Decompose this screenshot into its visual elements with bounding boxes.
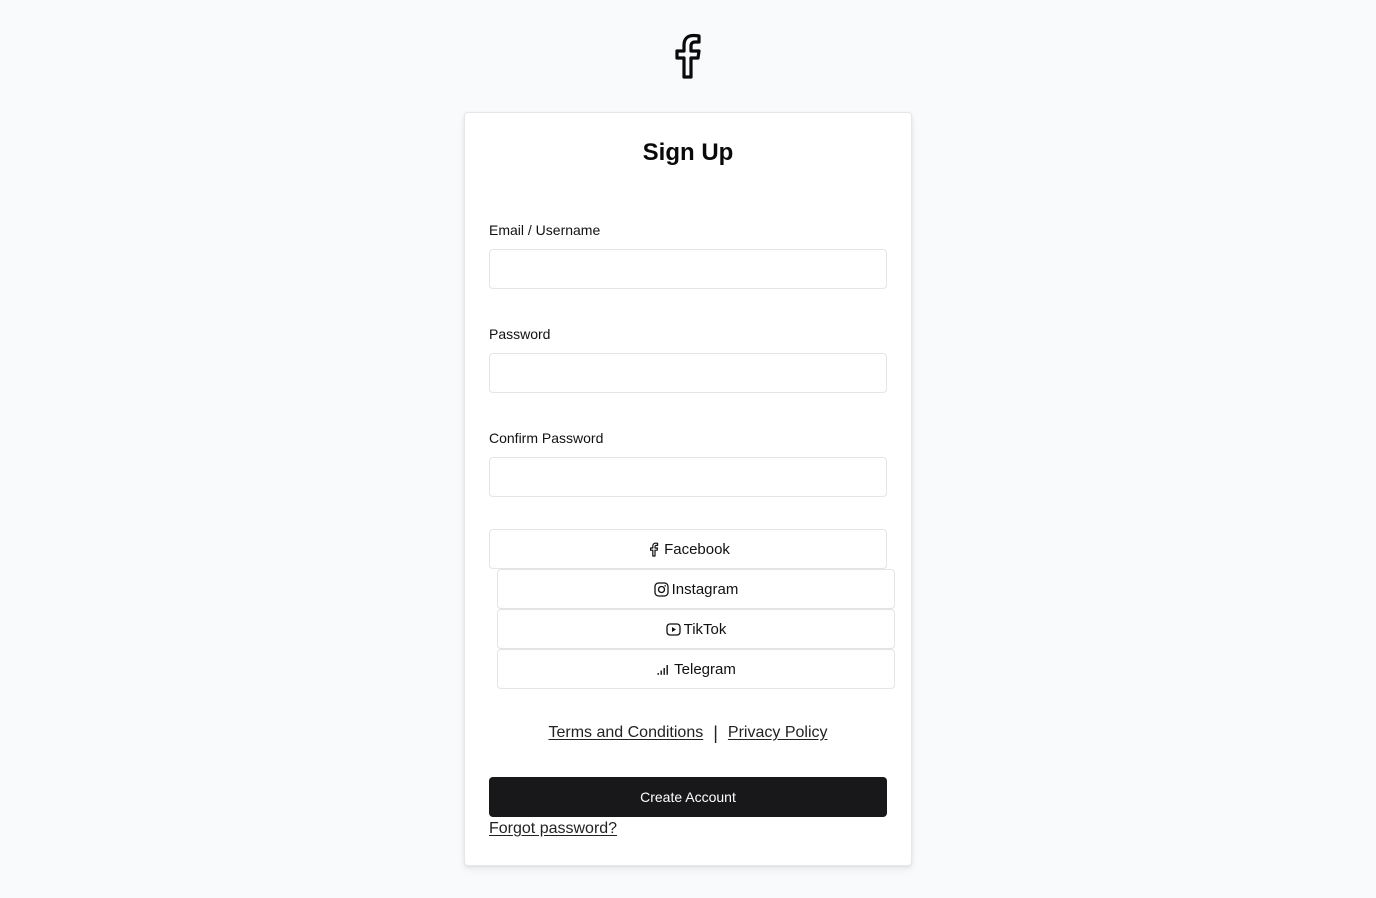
- page-title: Sign Up: [642, 139, 734, 166]
- forgot-password-link[interactable]: Forgot password?: [489, 819, 617, 839]
- facebook-icon: [675, 33, 701, 79]
- confirm-password-label: Confirm Password: [489, 430, 604, 446]
- telegram-button-label: Telegram: [674, 660, 736, 678]
- password-label: Password: [489, 326, 551, 342]
- signup-card: Sign Up Email / Username Password Confir…: [464, 112, 912, 866]
- tiktok-button[interactable]: TikTok: [497, 609, 895, 649]
- email-label: Email / Username: [489, 222, 601, 238]
- tiktok-button-label: TikTok: [683, 620, 727, 638]
- legal-links: Terms and Conditions | Privacy Policy: [465, 722, 911, 744]
- confirm-password-field[interactable]: [489, 457, 887, 497]
- telegram-button[interactable]: Telegram: [497, 649, 895, 689]
- app-logo: [0, 33, 1376, 79]
- facebook-icon: [646, 541, 662, 557]
- terms-link[interactable]: Terms and Conditions: [548, 722, 703, 744]
- instagram-button-label: Instagram: [671, 580, 739, 598]
- create-account-button[interactable]: Create Account: [489, 777, 887, 817]
- privacy-link[interactable]: Privacy Policy: [728, 722, 828, 744]
- instagram-button[interactable]: Instagram: [497, 569, 895, 609]
- signal-bars-icon: [656, 661, 672, 677]
- password-field[interactable]: [489, 353, 887, 393]
- instagram-icon: [654, 581, 670, 597]
- youtube-icon: [666, 621, 682, 637]
- email-field[interactable]: [489, 249, 887, 289]
- link-separator: |: [713, 723, 718, 743]
- facebook-button[interactable]: Facebook: [489, 529, 887, 569]
- facebook-button-label: Facebook: [664, 540, 730, 558]
